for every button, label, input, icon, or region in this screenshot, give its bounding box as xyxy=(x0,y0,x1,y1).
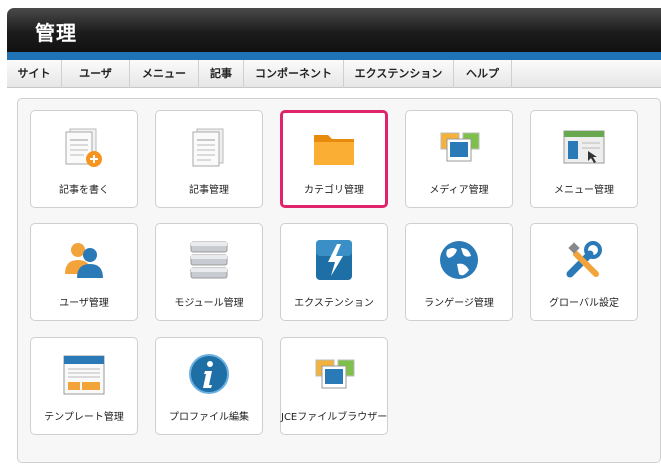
info-icon xyxy=(189,354,229,394)
tile-language-manager[interactable]: ランゲージ管理 xyxy=(405,223,513,321)
tile-label: カテゴリ管理 xyxy=(304,185,364,196)
menu-articles[interactable]: 記事 xyxy=(199,60,244,88)
globe-icon xyxy=(440,241,478,279)
top-menu-bar: サイト ユーザ メニュー 記事 コンポーネント エクステンション ヘルプ xyxy=(7,60,661,88)
header-accent-bar xyxy=(7,52,661,60)
page-title: 管理 xyxy=(35,21,77,45)
tile-label: エクステンション xyxy=(294,298,374,309)
tile-media-manager[interactable]: メディア管理 xyxy=(405,110,513,208)
menu-site[interactable]: サイト xyxy=(7,60,62,88)
menu-users[interactable]: ユーザ xyxy=(62,60,130,88)
tile-label: メニュー管理 xyxy=(554,185,614,196)
menu-help[interactable]: ヘルプ xyxy=(454,60,512,88)
tile-label: モジュール管理 xyxy=(174,298,244,309)
admin-header: 管理 xyxy=(7,8,661,52)
tile-user-manager[interactable]: ユーザ管理 xyxy=(30,223,138,321)
tile-label: グローバル設定 xyxy=(549,298,619,309)
tile-global-config[interactable]: グローバル設定 xyxy=(530,223,638,321)
tile-menu-manager[interactable]: メニュー管理 xyxy=(530,110,638,208)
tile-label: テンプレート管理 xyxy=(44,412,124,423)
tile-article-manager[interactable]: 記事管理 xyxy=(155,110,263,208)
new-article-icon xyxy=(65,128,102,167)
tile-label: メディア管理 xyxy=(429,185,489,196)
tools-icon xyxy=(566,241,602,278)
article-icon xyxy=(192,128,224,167)
media-icon xyxy=(440,132,480,162)
modules-icon xyxy=(190,241,228,279)
tile-extensions[interactable]: エクステンション xyxy=(280,223,388,321)
tile-module-manager[interactable]: モジュール管理 xyxy=(155,223,263,321)
folder-icon xyxy=(314,135,354,165)
tile-edit-profile[interactable]: プロファイル編集 xyxy=(155,337,263,435)
tile-label: ユーザ管理 xyxy=(59,298,109,309)
menu-manager-icon xyxy=(563,130,605,164)
tile-label: 記事管理 xyxy=(189,185,229,196)
users-icon xyxy=(65,243,103,278)
menu-menus[interactable]: メニュー xyxy=(130,60,199,88)
tile-label: ランゲージ管理 xyxy=(424,298,494,309)
tile-new-article[interactable]: 記事を書く xyxy=(30,110,138,208)
tile-jce-file-browser[interactable]: JCEファイルブラウザー xyxy=(280,337,388,435)
tile-label: 記事を書く xyxy=(59,185,109,196)
menu-extensions[interactable]: エクステンション xyxy=(344,60,454,88)
tile-label: JCEファイルブラウザー xyxy=(281,412,388,423)
file-browser-icon xyxy=(315,359,355,389)
menu-components[interactable]: コンポーネント xyxy=(244,60,344,88)
tile-template-manager[interactable]: テンプレート管理 xyxy=(30,337,138,435)
control-panel: 記事を書く 記事管理 カテゴリ管理 メディア管理 メニュー管理 ユーザ管理 モジ… xyxy=(17,98,661,463)
extension-icon xyxy=(316,240,352,280)
tile-category-manager[interactable]: カテゴリ管理 xyxy=(280,110,388,208)
tile-label: プロファイル編集 xyxy=(169,412,249,423)
template-icon xyxy=(63,355,105,395)
